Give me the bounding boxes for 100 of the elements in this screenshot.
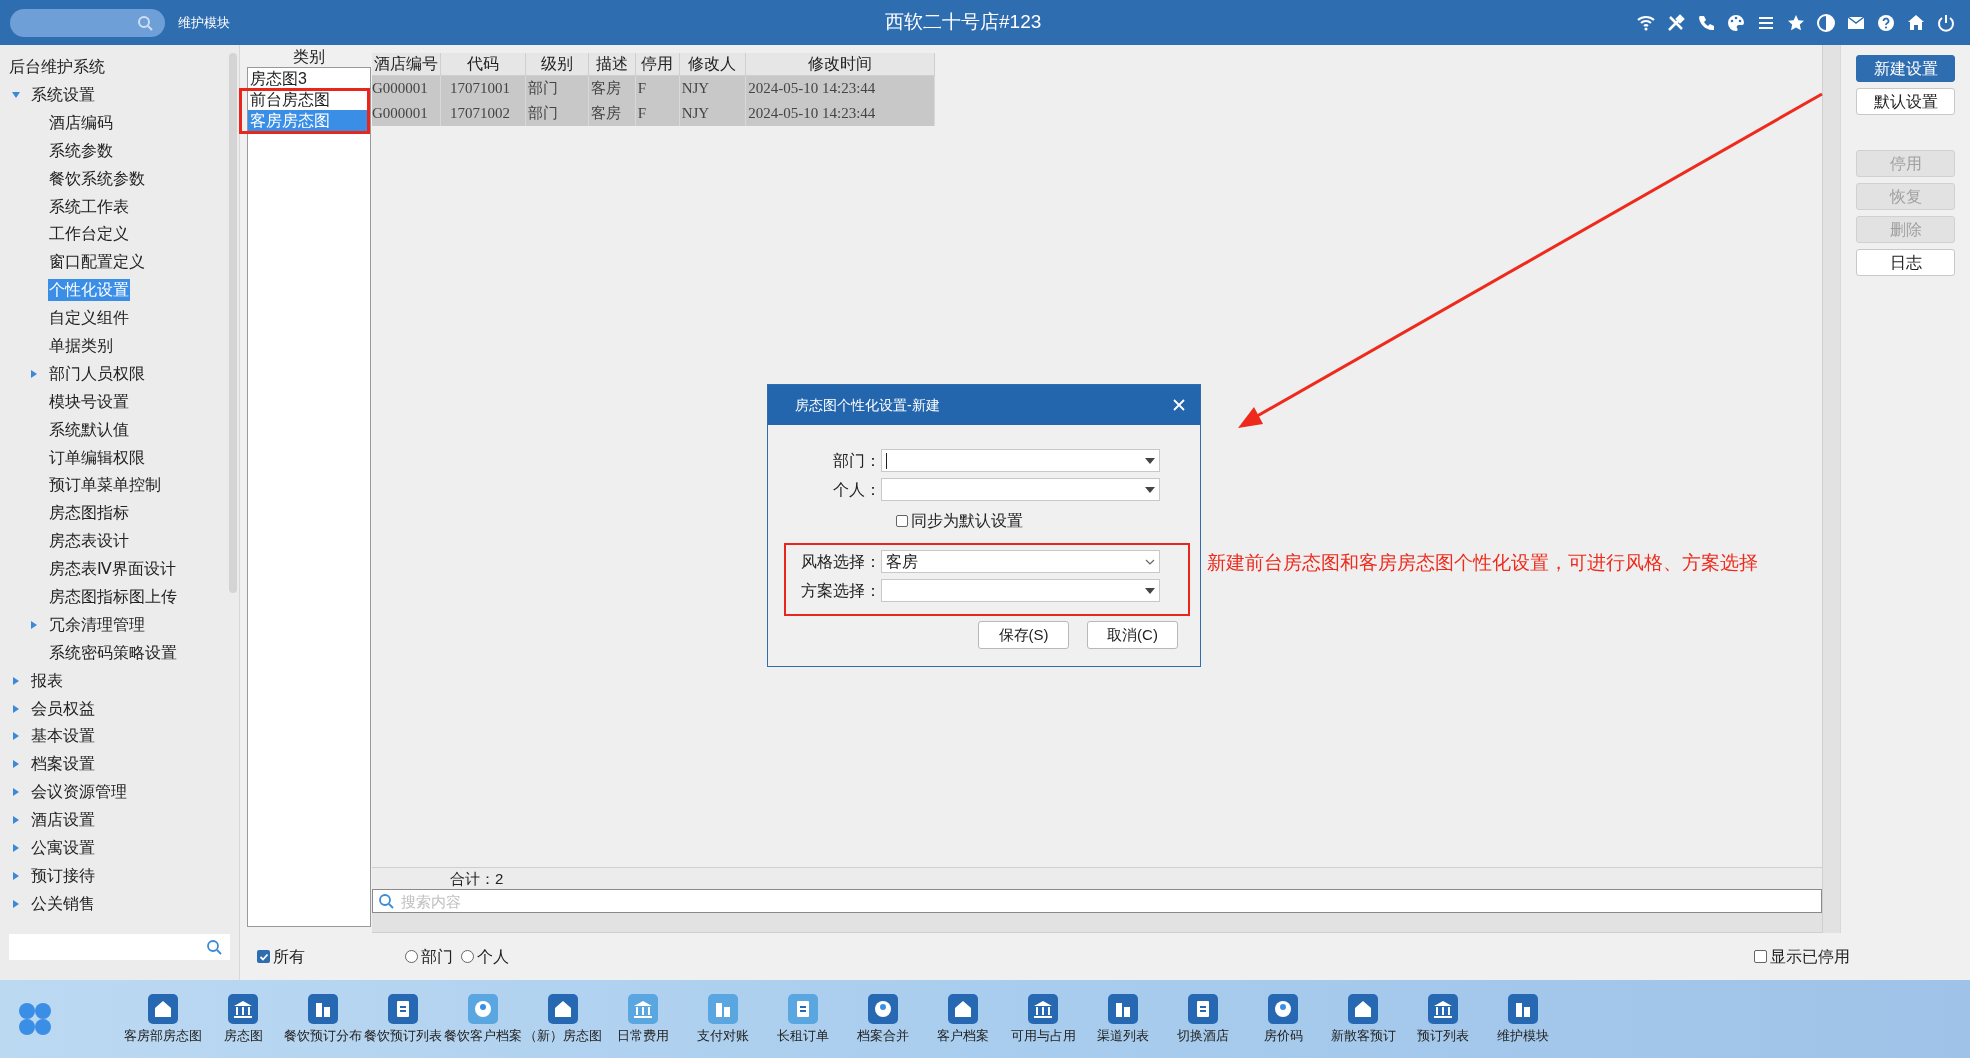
taskbar-item[interactable]: 支付对账 <box>683 994 763 1044</box>
tree-item[interactable]: 房态表设计 <box>48 530 130 553</box>
tree-item[interactable]: 公寓设置 <box>30 837 96 859</box>
search-icon <box>206 939 222 955</box>
taskbar-item[interactable]: 日常费用 <box>603 994 683 1044</box>
contrast-icon[interactable] <box>1816 12 1836 33</box>
expand-icon[interactable] <box>12 816 20 825</box>
tree-item[interactable]: 模块号设置 <box>48 390 130 413</box>
tree-item[interactable]: 公关销售 <box>30 892 96 915</box>
expand-icon[interactable] <box>30 369 38 378</box>
expand-icon[interactable] <box>12 871 20 880</box>
tree-item[interactable]: 报表 <box>30 669 64 692</box>
tree-item[interactable]: 预订单菜单控制 <box>48 474 162 497</box>
action-button[interactable]: 新建设置 <box>1856 55 1955 82</box>
taskbar-item[interactable]: 客户档案 <box>923 994 1003 1044</box>
taskbar-item[interactable]: 维护模块 <box>1483 994 1563 1044</box>
search-field[interactable] <box>9 934 230 960</box>
expand-icon[interactable] <box>12 760 20 769</box>
column-header[interactable]: 代码 <box>441 53 527 76</box>
tree-item[interactable]: 工作台定义 <box>48 223 130 246</box>
tools-icon[interactable] <box>1666 12 1686 33</box>
action-button[interactable]: 默认设置 <box>1856 88 1955 115</box>
tree-item[interactable]: 系统默认值 <box>48 418 130 441</box>
tree-item[interactable]: 冗余清理管理 <box>48 613 146 636</box>
column-header[interactable]: 级别 <box>526 53 590 76</box>
tree-item[interactable]: 部门人员权限 <box>48 362 146 385</box>
tree-item[interactable]: 房态图指标图上传 <box>48 585 178 608</box>
expand-icon[interactable] <box>12 676 20 685</box>
palette-icon[interactable] <box>1726 12 1746 33</box>
taskbar-item[interactable]: 可用与占用 <box>1003 994 1083 1044</box>
search-field[interactable]: 搜索内容 <box>372 889 1822 913</box>
expand-icon[interactable] <box>12 788 20 797</box>
column-header[interactable]: 修改人 <box>679 53 747 76</box>
dropdown[interactable] <box>881 579 1160 602</box>
scrollbar[interactable] <box>1822 45 1840 933</box>
taskbar-item[interactable]: 客房部房态图 <box>123 994 203 1044</box>
expand-icon[interactable] <box>30 620 38 629</box>
expand-icon[interactable] <box>12 844 20 852</box>
home-icon[interactable] <box>1906 12 1926 33</box>
taskbar-item[interactable]: 餐饮预订列表 <box>363 994 443 1044</box>
app-icon <box>308 994 338 1024</box>
taskbar-item[interactable]: 房价码 <box>1243 994 1323 1044</box>
tree-item[interactable]: 自定义组件 <box>48 307 130 330</box>
taskbar-item[interactable]: 预订列表 <box>1403 994 1483 1044</box>
tree-item[interactable]: 酒店设置 <box>30 809 96 832</box>
radio-button[interactable] <box>405 950 418 963</box>
column-header[interactable]: 修改时间 <box>746 53 935 76</box>
dialog-button[interactable]: 保存(S) <box>978 621 1069 649</box>
help-icon[interactable] <box>1876 12 1896 33</box>
app-icon <box>468 994 498 1024</box>
dropdown[interactable]: 客房 <box>881 550 1160 573</box>
taskbar-item[interactable]: 餐饮预订分布 <box>283 994 363 1044</box>
checkbox[interactable] <box>1754 950 1767 963</box>
radio-button[interactable] <box>461 950 474 963</box>
tree-item[interactable]: 房态表Ⅳ界面设计 <box>48 558 177 581</box>
tree-item[interactable]: 预订接待 <box>30 864 96 887</box>
tree-item[interactable]: 订单编辑权限 <box>48 446 146 469</box>
taskbar-item[interactable]: 房态图 <box>203 994 283 1044</box>
taskbar-item[interactable]: 餐饮客户档案 <box>443 994 523 1044</box>
category-item[interactable]: 房态图3 <box>248 68 370 89</box>
checkbox[interactable] <box>257 950 270 963</box>
tree-item[interactable]: 房态图指标 <box>48 502 130 525</box>
collapse-icon[interactable] <box>12 90 20 99</box>
taskbar-item[interactable]: 新散客预订 <box>1323 994 1403 1044</box>
search-field[interactable] <box>10 8 165 37</box>
expand-icon[interactable] <box>12 704 20 713</box>
scrollbar[interactable] <box>229 53 237 593</box>
table-cell: 17071002 <box>441 101 527 126</box>
tree-item[interactable]: 档案设置 <box>30 753 96 776</box>
tree-item[interactable]: 系统工作表 <box>48 195 130 218</box>
taskbar-item[interactable]: （新）房态图 <box>523 994 603 1044</box>
taskbar-item[interactable]: 档案合并 <box>843 994 923 1044</box>
dialog-button[interactable]: 取消(C) <box>1087 621 1178 649</box>
tree-item[interactable]: 系统密码策略设置 <box>48 641 178 664</box>
column-header[interactable]: 酒店编号 <box>372 53 442 76</box>
expand-icon[interactable] <box>12 899 20 908</box>
tree-item[interactable]: 基本设置 <box>30 725 96 748</box>
dropdown[interactable] <box>881 449 1160 472</box>
column-header[interactable]: 描述 <box>589 53 636 76</box>
checkbox[interactable] <box>896 515 908 527</box>
tree-item[interactable]: 会议资源管理 <box>30 781 128 804</box>
close-button[interactable] <box>1172 398 1186 412</box>
checkbox-label: 同步为默认设置 <box>911 511 1023 531</box>
tree-item[interactable]: 会员权益 <box>30 697 96 720</box>
expand-icon[interactable] <box>12 732 20 741</box>
category-item[interactable]: 前台房态图 <box>248 89 370 110</box>
taskbar-item[interactable]: 切换酒店 <box>1163 994 1243 1044</box>
taskbar-item[interactable]: 长租订单 <box>763 994 843 1044</box>
tree-item[interactable]: 单据类别 <box>48 334 114 357</box>
taskbar-item[interactable]: 渠道列表 <box>1083 994 1163 1044</box>
tree-item[interactable]: 系统设置 <box>30 83 96 106</box>
tree-item[interactable]: 窗口配置定义 <box>48 251 146 274</box>
action-button[interactable]: 日志 <box>1856 249 1955 276</box>
tree-item[interactable]: 餐饮系统参数 <box>48 167 146 190</box>
dropdown[interactable] <box>881 478 1160 501</box>
scrollbar[interactable] <box>372 913 1822 933</box>
column-header[interactable]: 停用 <box>635 53 680 76</box>
power-icon[interactable] <box>1936 12 1956 33</box>
tree-item[interactable]: 系统参数 <box>48 139 114 162</box>
tree-item[interactable]: 酒店编码 <box>48 111 114 134</box>
